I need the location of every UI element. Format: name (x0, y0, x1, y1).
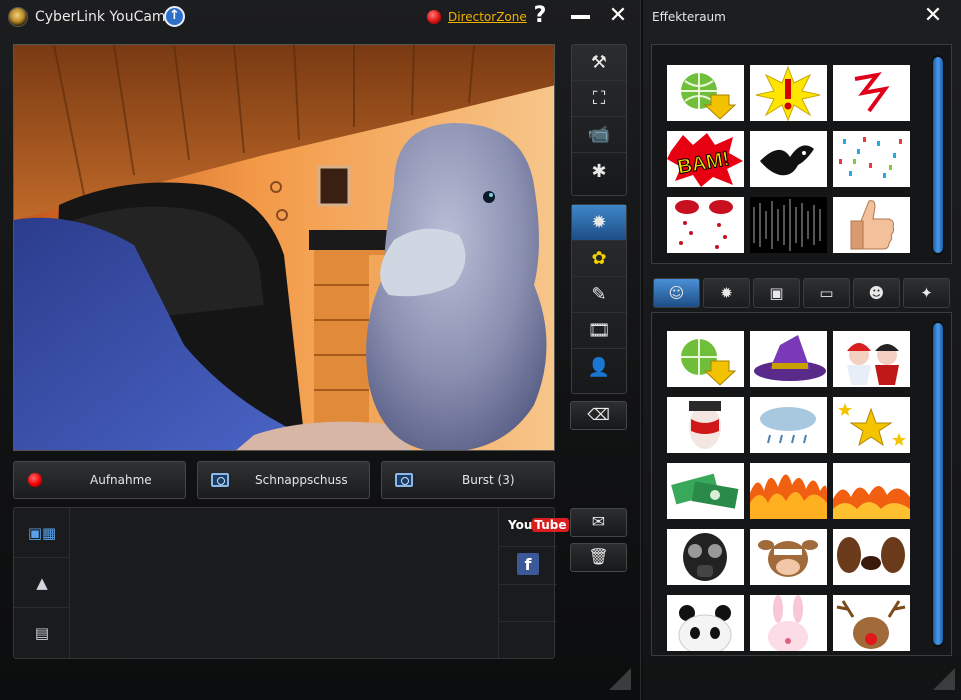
effects-library-scroll-thumb[interactable] (933, 323, 943, 645)
resize-grip-icon[interactable] (609, 668, 631, 690)
effect-thumb-cow[interactable] (750, 529, 827, 585)
snapshot-button[interactable]: Schnappschuss (197, 461, 370, 499)
emotion-star-icon[interactable]: ✿ (572, 241, 626, 277)
effect-thumb-fire-small[interactable] (833, 463, 910, 519)
effect-thumb-confetti[interactable] (833, 131, 910, 187)
youtube-tube-text: Tube (532, 518, 569, 532)
recent-effects-scrollbar[interactable] (932, 55, 944, 255)
tab-filter[interactable]: ▭ (803, 278, 850, 308)
effect-thumb-hearts[interactable] (667, 197, 744, 253)
camera-icon (211, 473, 229, 487)
library-filter-bar: ▣▦ ▲ ▤ (14, 508, 70, 658)
webcam-preview (13, 44, 555, 451)
effect-thumb-money[interactable] (667, 463, 744, 519)
director-zone-link[interactable]: DirectorZone (448, 0, 527, 34)
recent-effects-grid: BAM! (651, 44, 952, 264)
effect-thumb-thumbsup[interactable] (833, 197, 910, 253)
effects-room-icon[interactable]: ✹ (572, 205, 626, 241)
effects-close-button[interactable]: ✕ (919, 0, 947, 32)
title-bar: CyberLink YouCam ↑ DirectorZone ? ✕ (0, 0, 641, 34)
effect-thumb-panda[interactable] (667, 595, 744, 651)
effect-thumb-bunny[interactable] (750, 595, 827, 651)
pencil-icon[interactable]: ✎ (572, 277, 626, 313)
record-dot-icon (28, 473, 42, 487)
effects-library-grid (651, 312, 952, 656)
director-zone-icon (427, 10, 441, 24)
facebook-icon[interactable]: f (517, 553, 539, 575)
effects-room-window: Effekteraum ✕ BAM! ☺ ✹ ▣ ▭ ☻ ✦ (643, 0, 961, 700)
youtube-you-text: You (508, 518, 533, 532)
effects-library-scrollbar[interactable] (932, 321, 944, 647)
effect-thumb-gas-mask[interactable] (667, 529, 744, 585)
burst-button[interactable]: Burst (3) (381, 461, 555, 499)
webcam-frame-image (14, 45, 554, 450)
effect-thumb-reindeer[interactable] (833, 595, 910, 651)
effect-thumb-exclamation[interactable] (750, 65, 827, 121)
close-button[interactable]: ✕ (604, 0, 632, 32)
fullscreen-icon[interactable]: ⛶ (572, 81, 626, 117)
effect-thumb-bird[interactable] (750, 131, 827, 187)
eraser-button[interactable]: ⌫ (570, 401, 627, 430)
effect-thumb-lightning[interactable] (833, 65, 910, 121)
surveillance-camera-icon[interactable]: 📹 (572, 117, 626, 153)
scene-icon[interactable]: 🎞 (572, 313, 626, 349)
effect-thumb-download[interactable] (667, 65, 744, 121)
effect-thumb-bam[interactable]: BAM! (667, 131, 744, 187)
tab-frame[interactable]: ▣ (753, 278, 800, 308)
effect-thumb-opera-mask[interactable] (667, 397, 744, 453)
add-effect-icon[interactable]: ✱ (572, 153, 626, 189)
tab-face-tracking[interactable]: ☺ (653, 278, 700, 308)
snapshot-label: Schnappschuss (255, 473, 348, 487)
media-library: ▣▦ ▲ ▤ You Tube f (13, 507, 569, 659)
effects-room-title: Effekteraum (652, 10, 726, 24)
record-button[interactable]: Aufnahme (13, 461, 186, 499)
app-title: CyberLink YouCam (35, 9, 166, 25)
tab-particle[interactable]: ✹ (703, 278, 750, 308)
youcam-window: CyberLink YouCam ↑ DirectorZone ? ✕ ⚒ ⛶ … (0, 0, 641, 700)
all-media-icon[interactable]: ▣▦ (14, 508, 70, 558)
settings-toolbar: ⚒ ⛶ 📹 ✱ (571, 44, 627, 196)
effect-thumb-gold-stars[interactable] (833, 397, 910, 453)
tab-magic[interactable]: ✦ (903, 278, 950, 308)
effect-thumb-download-2[interactable] (667, 331, 744, 387)
email-button[interactable]: ✉ (570, 508, 627, 537)
effect-thumb-angel-devil[interactable] (833, 331, 910, 387)
burst-label: Burst (3) (462, 473, 515, 487)
effect-thumb-soundwave[interactable] (750, 197, 827, 253)
minimize-button[interactable] (571, 15, 590, 19)
update-arrow-icon[interactable]: ↑ (164, 6, 185, 27)
effects-toolbar: ✹ ✿ ✎ 🎞 👤 (571, 204, 627, 394)
help-button[interactable]: ? (528, 0, 552, 32)
add-avatar-icon[interactable]: 👤 (572, 349, 626, 385)
effect-thumb-fire-big[interactable] (750, 463, 827, 519)
effects-resize-grip-icon[interactable] (933, 668, 955, 690)
effect-thumb-witch-hat[interactable] (750, 331, 827, 387)
burst-camera-icon (395, 473, 413, 487)
photo-filter-icon[interactable]: ▲ (14, 558, 70, 608)
youtube-icon[interactable]: You Tube (508, 518, 569, 532)
tools-icon[interactable]: ⚒ (572, 45, 626, 81)
share-bar: You Tube f (498, 508, 569, 658)
tab-emotion[interactable]: ☻ (853, 278, 900, 308)
effect-thumb-dog-ears[interactable] (833, 529, 910, 585)
video-filter-icon[interactable]: ▤ (14, 608, 70, 658)
youcam-logo-icon (8, 7, 28, 27)
record-label: Aufnahme (90, 473, 152, 487)
effect-thumb-rain-cloud[interactable] (750, 397, 827, 453)
delete-button[interactable]: 🗑 (570, 543, 627, 572)
recent-effects-scroll-thumb[interactable] (933, 57, 943, 253)
